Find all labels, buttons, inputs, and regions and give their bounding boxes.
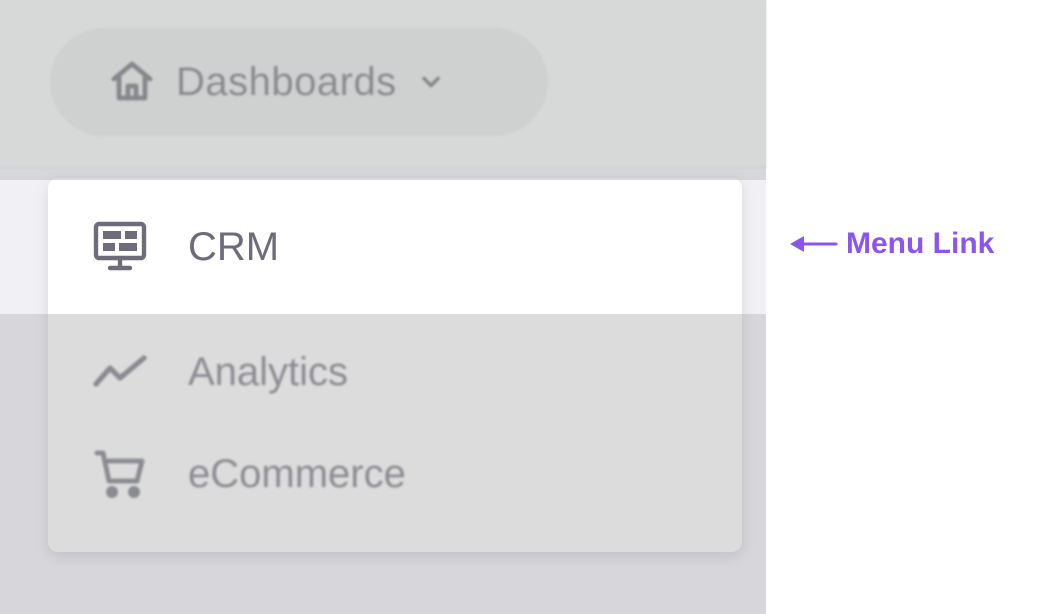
arrow-left-icon <box>788 232 838 256</box>
dashboards-dropdown-menu: CRM Analytics eCommerce <box>48 178 742 552</box>
chevron-down-icon <box>417 68 445 96</box>
menu-link-annotation: Menu Link <box>788 224 994 264</box>
home-icon <box>108 58 156 106</box>
monitor-icon <box>92 219 148 275</box>
menu-item-analytics[interactable]: Analytics <box>48 316 742 428</box>
trending-up-icon <box>92 344 148 400</box>
dashboards-label: Dashboards <box>176 59 397 104</box>
menu-item-label: eCommerce <box>188 451 406 496</box>
screenshot-stage: Dashboards CRM Analytics eCommerce Menu … <box>0 0 1058 614</box>
menu-item-crm[interactable]: CRM <box>48 180 742 314</box>
menu-item-label: Analytics <box>188 349 349 394</box>
annotation-label: Menu Link <box>846 227 995 260</box>
dashboards-nav-button[interactable]: Dashboards <box>50 28 548 136</box>
shopping-cart-icon <box>92 446 148 502</box>
menu-item-label: CRM <box>188 224 280 269</box>
top-navbar: Dashboards <box>0 0 766 168</box>
menu-item-ecommerce[interactable]: eCommerce <box>48 418 742 530</box>
